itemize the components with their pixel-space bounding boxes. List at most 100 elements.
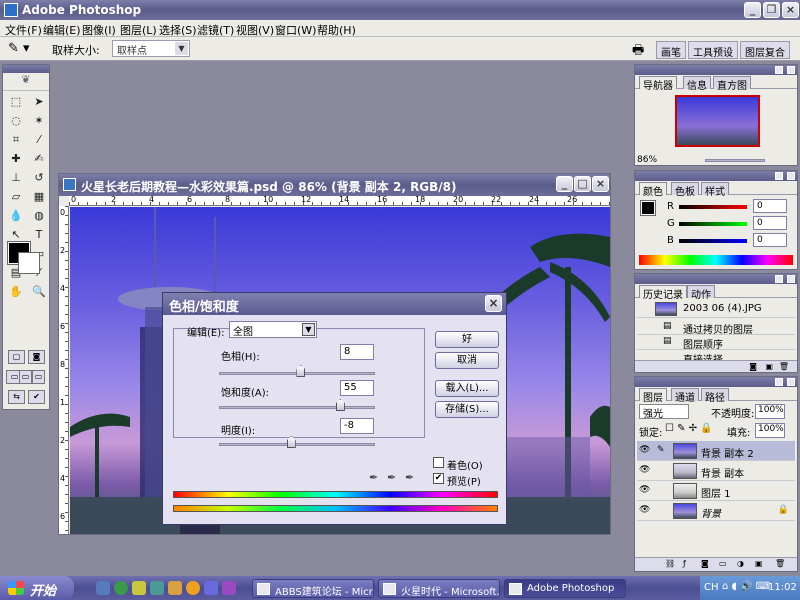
screen-mode-3-icon[interactable]: ▭ [32,370,45,384]
dodge-tool-icon[interactable]: ◍ [28,207,50,225]
green-input[interactable]: 0 [753,216,787,230]
eye-icon[interactable]: 👁 [639,505,650,515]
eye-icon[interactable]: 👁 [639,445,650,455]
layer-row[interactable]: 👁 背景 副本 [637,461,795,481]
slice-tool-icon[interactable]: ⁄ [28,131,50,149]
type-tool-icon[interactable]: T [28,226,50,244]
well-brushes[interactable]: 画笔 [656,41,686,59]
cancel-button[interactable]: 取消 [435,352,499,369]
restore-button[interactable]: ❐ [763,2,780,18]
doc-maximize-button[interactable]: □ [574,176,591,192]
layer-style-icon[interactable]: ƒ [683,559,686,568]
healing-tool-icon[interactable]: ✚ [5,150,27,168]
delete-icon[interactable]: 🗑 [779,362,789,371]
tab-color[interactable]: 颜色 [639,182,667,198]
red-input[interactable]: 0 [753,199,787,213]
panel-header[interactable] [635,274,797,284]
history-item[interactable]: ▤ 图层顺序 [637,335,795,351]
doc-minimize-button[interactable]: _ [556,176,573,192]
edit-range-select[interactable]: 全图 ▼ [229,321,317,338]
panel-close-icon[interactable] [787,66,795,74]
saturation-slider-track[interactable] [219,406,375,409]
toolbox-header[interactable] [3,65,49,73]
history-snapshot[interactable]: 2003 06 (4).JPG [637,300,795,318]
fill-input[interactable]: 100% [755,423,785,438]
standard-mode-icon[interactable]: ▢ [8,350,25,364]
panel-header[interactable] [635,171,797,181]
panel-close-icon[interactable] [787,172,795,180]
tab-paths[interactable]: 路径 [701,388,729,404]
menu-image[interactable]: 图像(I) [82,22,116,38]
eyedropper-tool-icon[interactable]: ✎ ▾ [8,41,30,56]
panel-minimize-icon[interactable] [775,172,783,180]
history-item[interactable]: ▤ 通过拷贝的图层 [637,320,795,336]
menu-select[interactable]: 选择(S) [159,22,197,38]
close-button[interactable]: × [782,2,799,18]
menu-file[interactable]: 文件(F) [5,22,42,38]
eyedropper-icon[interactable]: ✒ [369,471,378,484]
colorize-checkbox[interactable] [433,457,444,468]
quickmask-mode-icon[interactable]: ◙ [28,350,45,364]
well-tool-presets[interactable]: 工具预设 [688,41,738,59]
hand-tool-icon[interactable]: ✋ [5,283,27,301]
tab-channels[interactable]: 通道 [671,388,699,404]
hue-input[interactable]: 8 [340,344,374,360]
tab-history[interactable]: 历史记录 [639,285,687,301]
red-slider[interactable] [679,205,747,209]
panel-minimize-icon[interactable] [775,378,783,386]
taskbar-item[interactable]: ABBS建筑论坛 - Micr... [252,579,374,598]
dialog-close-button[interactable]: × [485,295,502,312]
lightness-slider-track[interactable] [219,443,375,446]
eye-icon[interactable]: 👁 [639,485,650,495]
jump-icon[interactable]: ✔ [28,390,45,404]
feather-logo-icon[interactable]: ❦ [3,73,49,91]
mask-icon[interactable]: ◙ [701,559,709,568]
magic-wand-icon[interactable]: ✶ [28,112,50,130]
browser-icon[interactable] [114,581,128,595]
zoom-tool-icon[interactable]: 🔍 [28,283,50,301]
minimize-button[interactable]: _ [744,2,761,18]
green-slider[interactable] [679,222,747,226]
tab-swatches[interactable]: 色板 [671,182,699,198]
menu-view[interactable]: 视图(V) [236,22,274,38]
qq-icon[interactable] [186,581,200,595]
blend-mode-select[interactable]: 强光 [639,404,689,420]
trash-icon[interactable]: 🗑 [775,559,785,568]
color-fg-swatch[interactable] [640,200,656,216]
screen-mode-2-icon[interactable]: ▭ [19,370,32,384]
ok-button[interactable]: 好 [435,331,499,348]
lightness-input[interactable]: -8 [340,418,374,434]
blue-slider[interactable] [679,239,747,243]
panel-close-icon[interactable] [787,378,795,386]
saturation-input[interactable]: 55 [340,380,374,396]
taskbar-item[interactable]: 火星时代 - Microsoft... [378,579,500,598]
opacity-input[interactable]: 100% [755,404,785,419]
sample-size-select[interactable]: 取样点 ▼ [112,40,190,57]
save-button[interactable]: 存储(S)... [435,401,499,418]
gradient-tool-icon[interactable]: ▦ [28,188,50,206]
new-layer-icon[interactable]: ▣ [755,559,763,568]
navigator-zoom[interactable]: 86% [637,155,657,165]
tab-histogram[interactable]: 直方图 [713,76,751,92]
quicklaunch-app-icon[interactable] [132,581,146,595]
tab-navigator[interactable]: 导航器 [639,76,677,92]
menu-layer[interactable]: 图层(L) [120,22,157,38]
panel-header[interactable] [635,65,797,75]
panel-close-icon[interactable] [787,275,795,283]
tray-icons[interactable]: ⌂ ◖ 🔊 ⌨ [722,581,770,592]
show-desktop-icon[interactable] [96,581,110,595]
folder-icon[interactable]: ▭ [719,559,727,568]
eyedropper-plus-icon[interactable]: ✒ [387,471,396,484]
panel-header[interactable] [635,377,797,387]
panel-minimize-icon[interactable] [775,66,783,74]
navigator-preview[interactable] [675,95,760,147]
menu-help[interactable]: 帮助(H) [317,22,356,38]
menu-edit[interactable]: 编辑(E) [43,22,81,38]
dialog-title-bar[interactable]: 色相/饱和度 × [163,293,506,315]
tab-info[interactable]: 信息 [683,76,711,92]
preview-checkbox[interactable]: ✔ [433,473,444,484]
adjustment-icon[interactable]: ◑ [737,559,744,568]
quicklaunch-app-icon[interactable] [150,581,164,595]
doc-close-button[interactable]: × [592,176,609,192]
blur-tool-icon[interactable]: 💧 [5,207,27,225]
